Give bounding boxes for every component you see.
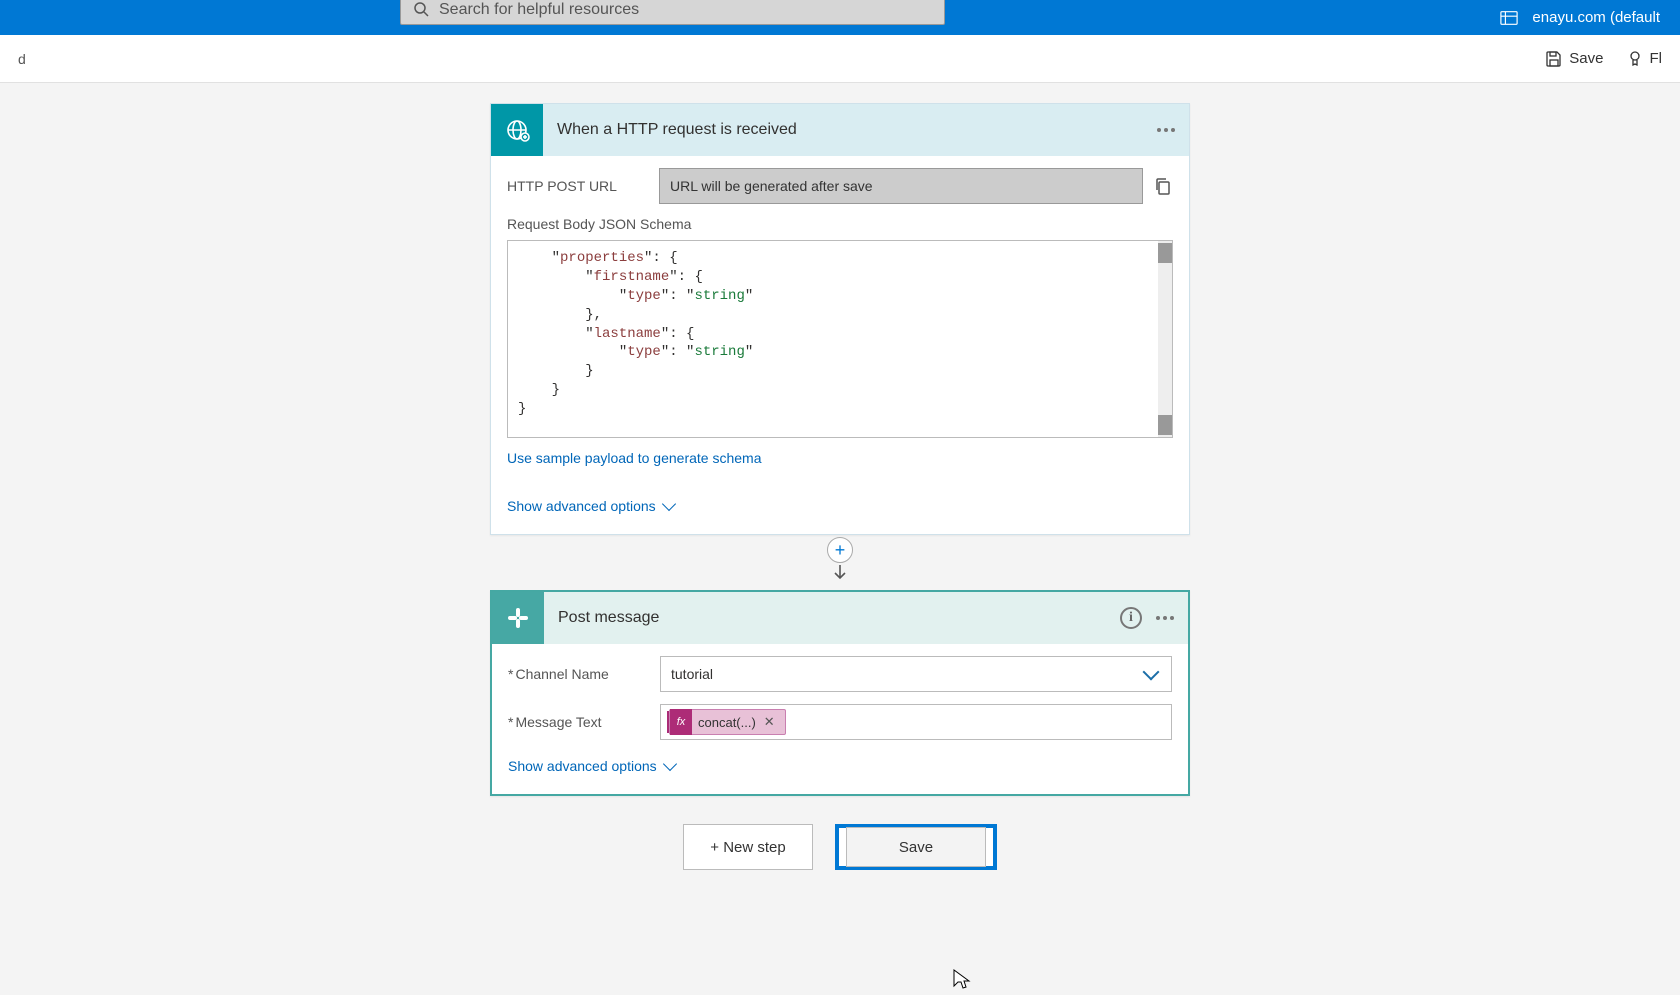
top-header: Search for helpful resources enayu.com (… — [0, 0, 1680, 35]
trigger-title: When a HTTP request is received — [543, 121, 1157, 139]
channel-select[interactable]: tutorial — [660, 656, 1172, 692]
scrollbar[interactable] — [1158, 241, 1172, 437]
http-url-input[interactable] — [659, 168, 1143, 204]
slack-icon — [492, 592, 544, 644]
directory-icon[interactable] — [1500, 9, 1518, 27]
save-button[interactable]: Save — [846, 827, 986, 867]
trigger-header[interactable]: When a HTTP request is received — [491, 104, 1189, 156]
sample-payload-link[interactable]: Use sample payload to generate schema — [507, 450, 761, 466]
save-button-highlight: Save — [835, 824, 997, 870]
action-card: Post message i Channel Name tutorial Mes… — [490, 590, 1190, 796]
chevron-down-icon — [663, 757, 677, 771]
schema-editor[interactable]: "properties": { "firstname": { "type": "… — [507, 240, 1173, 438]
copy-icon[interactable] — [1153, 176, 1173, 196]
info-icon[interactable]: i — [1120, 607, 1142, 629]
action-header[interactable]: Post message i — [492, 592, 1188, 644]
add-step-connector: + — [827, 537, 853, 584]
http-icon — [491, 104, 543, 156]
message-label: Message Text — [508, 714, 648, 730]
search-placeholder: Search for helpful resources — [439, 1, 639, 19]
mouse-cursor — [952, 968, 972, 995]
search-icon — [413, 1, 429, 20]
flow-canvas: When a HTTP request is received HTTP POS… — [0, 83, 1680, 870]
schema-label: Request Body JSON Schema — [507, 216, 1173, 232]
action-title: Post message — [544, 609, 1120, 627]
command-bar: d Save Fl — [0, 35, 1680, 83]
global-search[interactable]: Search for helpful resources — [400, 0, 945, 25]
url-label: HTTP POST URL — [507, 178, 647, 194]
trigger-menu[interactable] — [1157, 128, 1175, 132]
trigger-advanced-toggle[interactable]: Show advanced options — [507, 492, 1173, 520]
insert-step-button[interactable]: + — [827, 537, 853, 563]
expression-token[interactable]: fx concat(...) ✕ — [669, 709, 786, 735]
toolbar-flow-checker[interactable]: Fl — [1626, 50, 1663, 68]
chevron-down-icon — [662, 497, 676, 511]
new-step-button[interactable]: + New step — [683, 824, 813, 870]
channel-label: Channel Name — [508, 666, 648, 682]
fx-icon: fx — [670, 709, 692, 735]
trigger-card: When a HTTP request is received HTTP POS… — [490, 103, 1190, 535]
action-menu[interactable] — [1156, 616, 1174, 620]
toolbar-save[interactable]: Save — [1545, 50, 1603, 68]
remove-token[interactable]: ✕ — [762, 714, 777, 730]
action-advanced-toggle[interactable]: Show advanced options — [508, 752, 1172, 780]
breadcrumb-frag: d — [18, 51, 26, 67]
message-input[interactable]: fx concat(...) ✕ — [660, 704, 1172, 740]
tenant-name[interactable]: enayu.com (default — [1532, 9, 1660, 26]
chevron-down-icon — [1143, 664, 1160, 681]
footer-buttons: + New step Save — [683, 824, 997, 870]
arrow-down-icon — [831, 563, 849, 584]
